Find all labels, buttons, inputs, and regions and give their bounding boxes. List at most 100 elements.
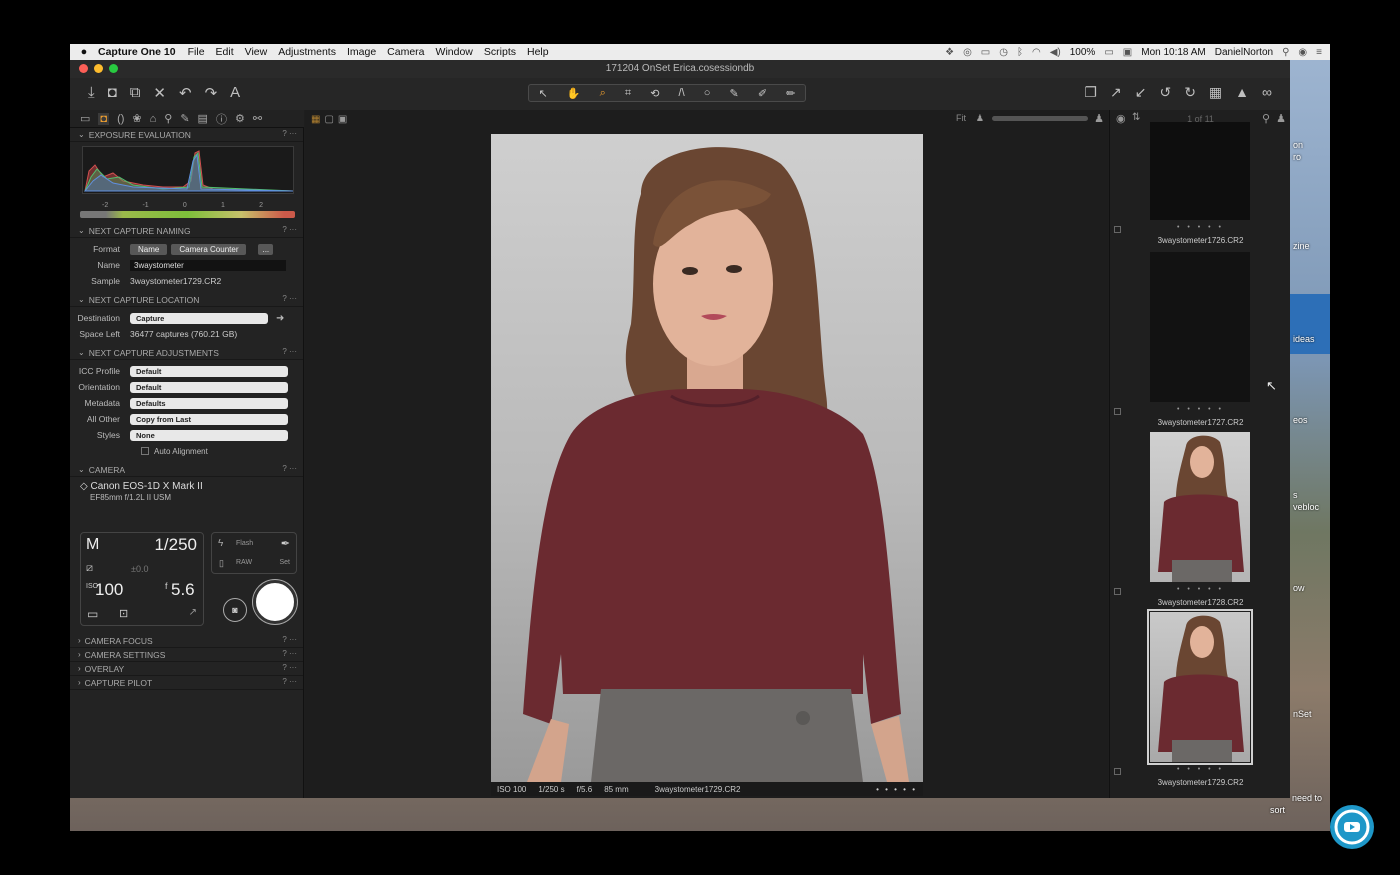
fit-label[interactable]: Fit — [956, 113, 966, 123]
grid-view-icon[interactable]: ▦ — [311, 114, 320, 125]
annotate-tool-icon[interactable]: ✏ — [786, 87, 795, 100]
overlay-header[interactable]: › OVERLAY ? ··· — [70, 662, 303, 676]
rating-dots[interactable]: • • • • • — [876, 785, 917, 794]
format-token-counter[interactable]: Camera Counter — [171, 243, 247, 255]
siri-icon[interactable]: ◉ — [1298, 47, 1307, 58]
thumbnail-checkbox[interactable] — [1114, 226, 1121, 233]
thumbnail-rating[interactable]: • • • • • — [1110, 586, 1291, 593]
shutter-speed[interactable]: 1/250 — [154, 535, 197, 555]
next-capture-naming-header[interactable]: ⌄ NEXT CAPTURE NAMING ? ··· — [70, 224, 303, 238]
icc-profile-select[interactable]: Default — [130, 365, 288, 377]
stack-icon[interactable]: ❐ — [1084, 84, 1097, 101]
menu-app-name[interactable]: Capture One 10 — [98, 46, 176, 58]
battery-icon[interactable]: ▭ — [1104, 47, 1113, 58]
volume-icon[interactable]: ◀) — [1050, 47, 1061, 58]
destination-select[interactable]: Capture — [130, 312, 268, 324]
exposure-mode[interactable]: M — [86, 536, 99, 554]
menu-help[interactable]: Help — [527, 46, 549, 58]
format-token-name[interactable]: Name — [130, 243, 168, 255]
live-view-button[interactable]: ◙ — [223, 598, 247, 622]
exposure-comp-icon[interactable]: ⧄ — [86, 562, 93, 575]
iso-value[interactable]: 100 — [95, 580, 123, 600]
metering-icon[interactable]: ▭ — [87, 607, 98, 621]
bluetooth-icon[interactable]: ᛒ — [1017, 47, 1023, 58]
menu-view[interactable]: View — [245, 46, 268, 58]
library-tab-icon[interactable]: ▭ — [80, 112, 90, 125]
next-capture-adjustments-header[interactable]: ⌄ NEXT CAPTURE ADJUSTMENTS ? ··· — [70, 346, 303, 360]
lens-tab-icon[interactable]: () — [117, 113, 124, 125]
styles-select[interactable]: None — [130, 429, 288, 441]
output-tab-icon[interactable]: ▤ — [198, 112, 208, 125]
apply-adjust-icon[interactable]: ↙ — [1135, 84, 1147, 101]
exposure-comp-value[interactable]: ±0.0 — [131, 564, 148, 574]
time-machine-icon[interactable]: ◷ — [999, 47, 1008, 58]
apple-icon[interactable]: ● — [70, 46, 98, 58]
desktop-folder-icon[interactable] — [1288, 294, 1330, 354]
thumbnail-checkbox[interactable] — [1114, 408, 1121, 415]
section-tools[interactable]: ? ··· — [282, 225, 297, 234]
metadata-tab-icon[interactable]: ⓘ — [216, 111, 227, 127]
camera-focus-header[interactable]: › CAMERA FOCUS ? ··· — [70, 634, 303, 648]
glasses-icon[interactable]: ∞ — [1262, 84, 1272, 101]
notifications-icon[interactable]: ≡ — [1316, 47, 1322, 58]
menu-camera[interactable]: Camera — [387, 46, 424, 58]
batch-tab-icon[interactable]: ⚯ — [253, 112, 262, 125]
brush-tool-icon[interactable]: ✎ — [730, 87, 739, 100]
thumbnail-item[interactable]: • • • • • 3waystometer1728.CR2 — [1110, 432, 1291, 612]
section-tools[interactable]: ? ··· — [282, 129, 297, 138]
aperture-value[interactable]: 5.6 — [171, 580, 195, 600]
capture-tab-icon[interactable]: ◘ — [98, 112, 110, 125]
format-more-button[interactable]: ... — [258, 243, 274, 255]
thumbnail-image[interactable] — [1150, 252, 1250, 402]
picker-tool-icon[interactable]: ✐ — [758, 87, 767, 100]
text-icon[interactable]: A — [230, 84, 240, 102]
thumbnail-rating[interactable]: • • • • • — [1110, 224, 1291, 231]
clock[interactable]: Mon 10:18 AM — [1141, 47, 1205, 58]
eyedropper-icon[interactable]: ✒ — [281, 537, 290, 550]
section-tools[interactable]: ? ··· — [282, 294, 297, 303]
drive-mode-icon[interactable]: ⊡ — [119, 607, 128, 620]
thumbnail-image[interactable] — [1150, 432, 1250, 582]
grid-icon[interactable]: ▦ — [1209, 84, 1222, 101]
cloud-icon[interactable]: ◎ — [963, 47, 972, 58]
menu-window[interactable]: Window — [436, 46, 473, 58]
dropbox-icon[interactable]: ❖ — [945, 47, 954, 58]
section-tools[interactable]: ? ··· — [282, 663, 297, 672]
next-capture-location-header[interactable]: ⌄ NEXT CAPTURE LOCATION ? ··· — [70, 293, 303, 307]
details-tab-icon[interactable]: ⚲ — [164, 112, 172, 125]
menu-adjustments[interactable]: Adjustments — [278, 46, 336, 58]
menu-image[interactable]: Image — [347, 46, 376, 58]
thumbnail-image-selected[interactable] — [1147, 609, 1253, 765]
import-icon[interactable]: ⤓ — [88, 84, 95, 102]
rotate-left-icon[interactable]: ↺ — [1159, 84, 1171, 101]
wifi-icon[interactable]: ◠ — [1032, 47, 1041, 58]
pan-tool-icon[interactable]: ✋ — [567, 87, 581, 100]
capture-pilot-header[interactable]: › CAPTURE PILOT ? ··· — [70, 676, 303, 690]
select-tool-icon[interactable]: ↖ — [539, 87, 548, 100]
camera-model[interactable]: ◇ Canon EOS-1D X Mark II — [70, 477, 303, 492]
thumbnail-checkbox[interactable] — [1114, 588, 1121, 595]
warning-icon[interactable]: ▲ — [1235, 84, 1249, 101]
rotate-tool-icon[interactable]: ⟲ — [650, 87, 659, 100]
section-tools[interactable]: ? ··· — [282, 649, 297, 658]
color-tab-icon[interactable]: ❀ — [132, 112, 141, 125]
settings-tab-icon[interactable]: ⚙ — [235, 112, 245, 125]
battery-percent[interactable]: 100% — [1070, 47, 1096, 58]
auto-alignment-checkbox[interactable] — [141, 447, 149, 455]
rotate-right-icon[interactable]: ↻ — [1184, 84, 1196, 101]
menu-edit[interactable]: Edit — [216, 46, 234, 58]
thumbnail-item[interactable]: • • • • • 3waystometer1727.CR2 — [1110, 252, 1291, 432]
crop-tool-icon[interactable]: ⌗ — [625, 87, 631, 100]
airplay-icon[interactable]: ▭ — [981, 47, 990, 58]
zoom-slider[interactable] — [992, 116, 1088, 121]
flash-icon[interactable]: ϟ — [218, 538, 223, 549]
section-tools[interactable]: ? ··· — [282, 677, 297, 686]
camera-settings-header[interactable]: › CAMERA SETTINGS ? ··· — [70, 648, 303, 662]
local-adjust-tab-icon[interactable]: ✎ — [180, 112, 189, 125]
section-tools[interactable]: ? ··· — [282, 635, 297, 644]
screen-icon[interactable]: ▣ — [1123, 47, 1132, 58]
thumbnail-rating[interactable]: • • • • • — [1110, 766, 1291, 773]
exposure-evaluation-header[interactable]: ⌄ EXPOSURE EVALUATION ? ··· — [70, 128, 303, 142]
spotlight-search-icon[interactable]: ⚲ — [1282, 47, 1289, 58]
section-tools[interactable]: ? ··· — [282, 464, 297, 473]
